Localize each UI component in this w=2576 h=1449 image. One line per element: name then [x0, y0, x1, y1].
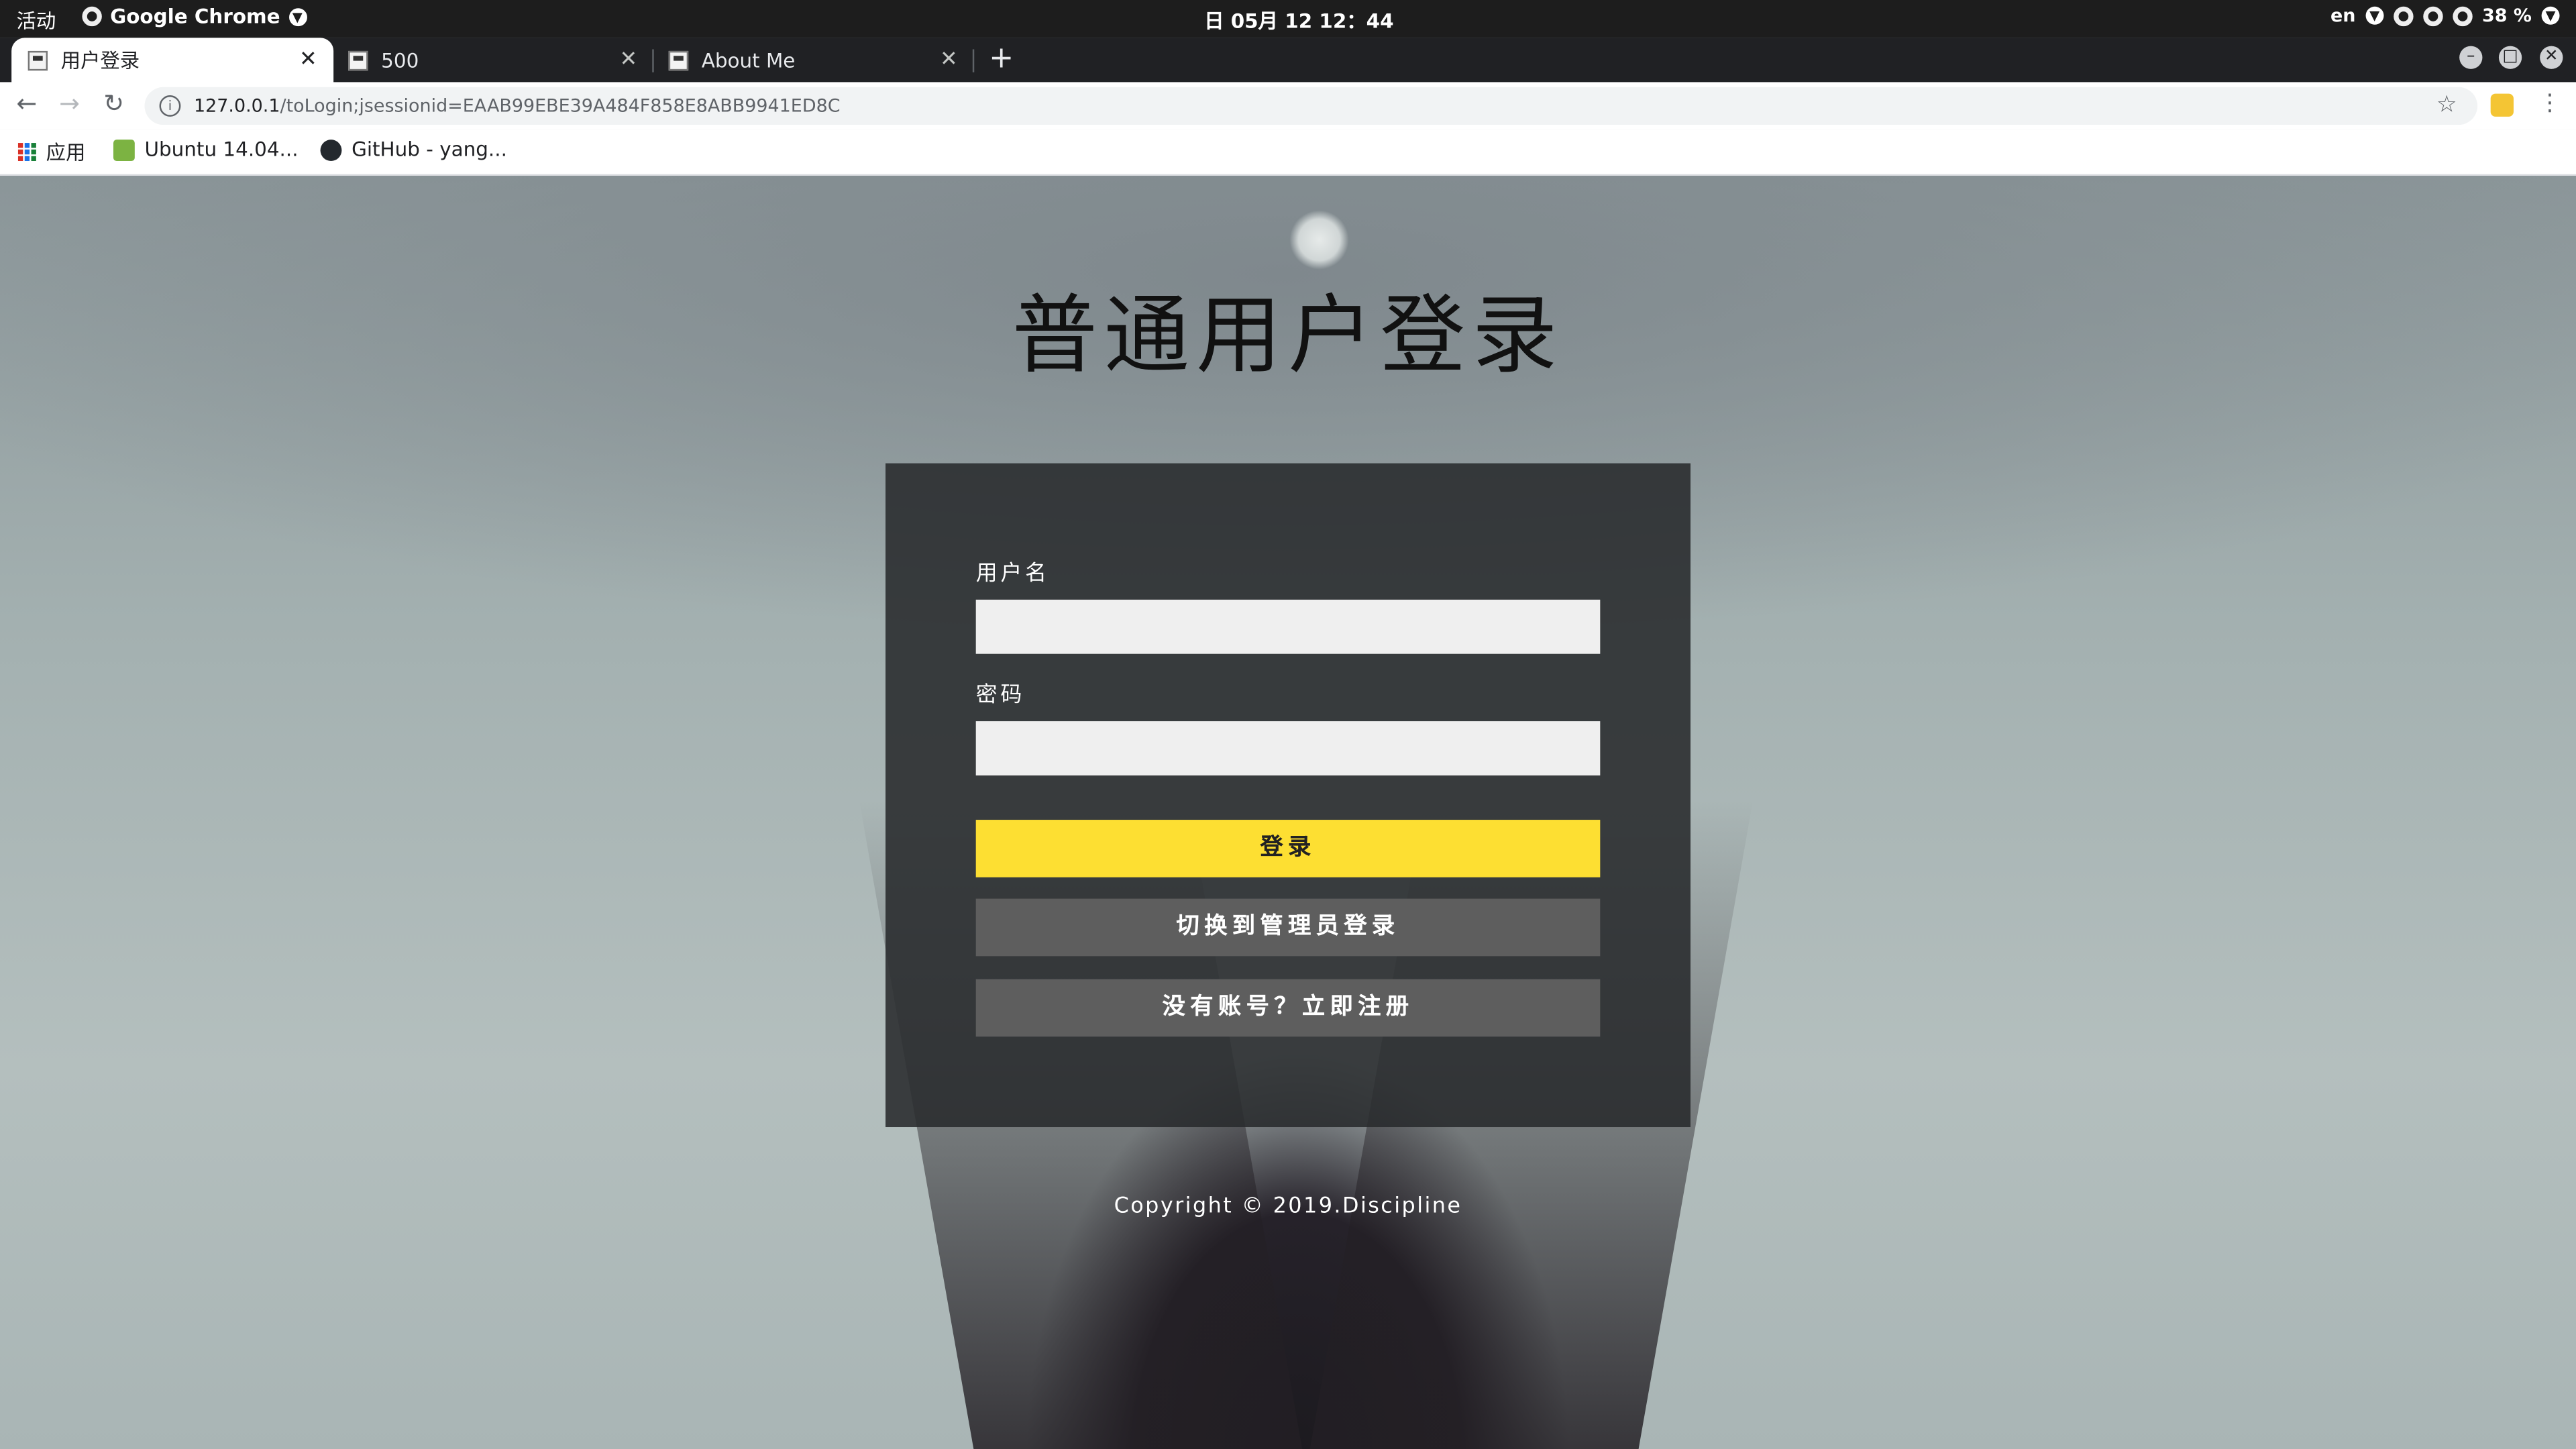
tab-favicon-icon — [348, 50, 368, 70]
password-label: 密码 — [975, 683, 1026, 708]
tab-favicon-icon — [28, 50, 48, 70]
login-page: 普通用户登录 用户名 密码 登录 切换到管理员登录 没有账号？立即注册 Copy… — [0, 176, 2576, 1449]
network-icon[interactable] — [2422, 5, 2443, 25]
tab-title: 用户登录 — [60, 49, 140, 72]
tab-500[interactable]: 500 ✕ — [332, 38, 654, 82]
bookmark-ubuntu[interactable]: Ubuntu 14.04... — [113, 138, 299, 161]
address-bar[interactable]: i 127.0.0.1 /toLogin;jsessionid=EAAB99EB… — [144, 87, 2478, 125]
menu-kebab-icon[interactable]: ⋮ — [2538, 91, 2561, 117]
bookmark-label: Ubuntu 14.04... — [144, 138, 299, 162]
login-form: 用户名 密码 登录 切换到管理员登录 没有账号？立即注册 — [885, 463, 1691, 1128]
info-icon[interactable]: i — [159, 95, 181, 117]
github-icon — [320, 138, 342, 160]
chrome-icon — [82, 6, 102, 27]
chevron-down-icon: ▼ — [2541, 6, 2560, 25]
bookmarks-bar: 应用 Ubuntu 14.04... GitHub - yang... — [0, 129, 2576, 176]
apps-grid-icon — [17, 143, 36, 162]
bookmark-star-icon[interactable]: ☆ — [2436, 92, 2457, 118]
reload-icon[interactable]: ↻ — [103, 89, 124, 118]
tab-separator — [972, 49, 975, 72]
shield-icon[interactable] — [2393, 5, 2414, 25]
switch-admin-login-button[interactable]: 切换到管理员登录 — [975, 898, 1601, 957]
tab-strip: 用户登录 ✕ 500 ✕ About Me ✕ — [0, 38, 2576, 83]
system-status-area[interactable]: en ▼ 38 % ▼ — [2330, 5, 2560, 26]
url-path: /toLogin;jsessionid=EAAB99EBE39A484F858E… — [280, 95, 841, 117]
url-host: 127.0.0.1 — [193, 95, 280, 117]
extension-icon[interactable] — [2490, 93, 2514, 117]
keyboard-layout-indicator[interactable]: en — [2330, 5, 2355, 26]
close-icon[interactable]: ✕ — [299, 48, 317, 72]
new-tab-button[interactable]: + — [989, 44, 1014, 74]
bookmark-github[interactable]: GitHub - yang... — [320, 138, 507, 162]
register-button[interactable]: 没有账号？立即注册 — [975, 979, 1601, 1037]
maximize-icon[interactable]: □ — [2498, 46, 2522, 69]
copyright-text: Copyright © 2019.Discipline — [1114, 1194, 1462, 1220]
close-icon[interactable]: ✕ — [620, 48, 638, 72]
login-button[interactable]: 登录 — [975, 820, 1601, 877]
activities-button[interactable]: 活动 — [16, 7, 56, 35]
system-top-bar: 活动 Google Chrome ▼ 日 05月 12 12：44 en ▼ 3… — [0, 0, 2576, 38]
battery-icon[interactable] — [2452, 5, 2473, 25]
tab-title: About Me — [701, 48, 796, 72]
tab-favicon-icon — [668, 50, 689, 70]
page-title: 普通用户登录 — [1012, 287, 1564, 386]
password-input[interactable] — [975, 721, 1601, 775]
battery-percentage: 38 % — [2482, 5, 2532, 27]
tab-title: 500 — [381, 48, 419, 72]
tab-about-me[interactable]: About Me ✕ — [652, 38, 974, 82]
minimize-icon[interactable]: – — [2459, 46, 2483, 69]
tab-user-login[interactable]: 用户登录 ✕ — [11, 38, 334, 83]
system-clock[interactable]: 日 05月 12 12：44 — [1204, 7, 1393, 35]
forward-arrow-icon[interactable]: → — [59, 89, 80, 118]
username-label: 用户名 — [975, 561, 1050, 587]
close-icon[interactable]: ✕ — [940, 48, 958, 72]
app-menu-label: Google Chrome — [110, 5, 280, 28]
bookmark-favicon-icon — [113, 138, 135, 160]
username-input[interactable] — [975, 599, 1601, 654]
bookmark-apps[interactable]: 应用 — [17, 138, 86, 166]
browser-toolbar: ← → ↻ i 127.0.0.1 /toLogin;jsessionid=EA… — [0, 82, 2576, 130]
chevron-down-icon: ▼ — [2365, 6, 2384, 25]
back-arrow-icon[interactable]: ← — [16, 89, 37, 118]
chevron-down-icon: ▼ — [288, 7, 307, 25]
bookmark-label: 应用 — [46, 141, 86, 164]
close-window-icon[interactable]: ✕ — [2540, 46, 2563, 69]
bookmark-label: GitHub - yang... — [352, 138, 507, 162]
app-menu[interactable]: Google Chrome ▼ — [82, 5, 307, 28]
